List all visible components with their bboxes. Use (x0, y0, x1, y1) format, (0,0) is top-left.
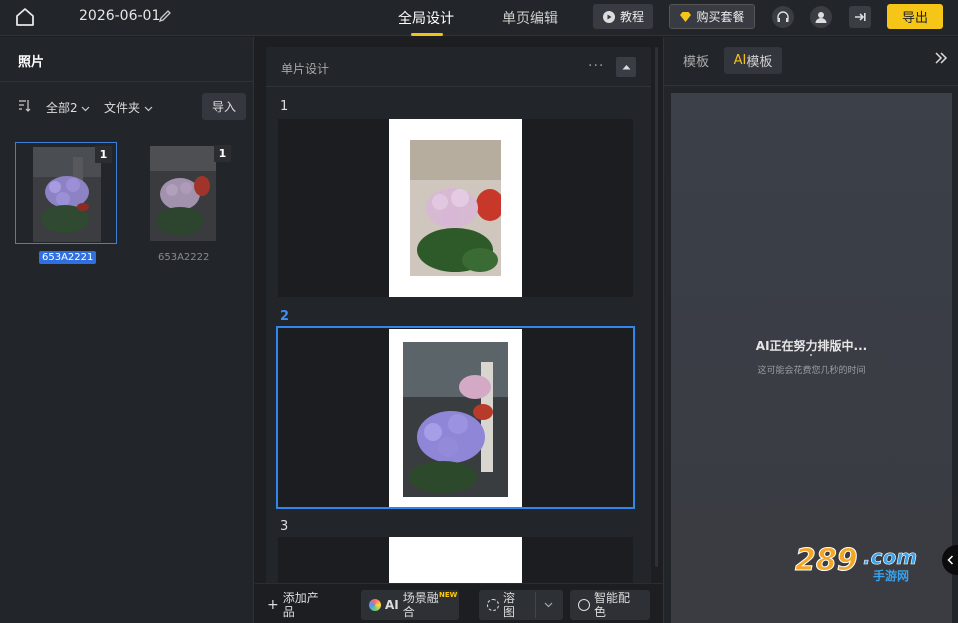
filter-folder-label: 文件夹 (104, 101, 141, 115)
plus-icon: + (267, 597, 279, 613)
tab-page-edit[interactable]: 单页编辑 (502, 8, 558, 28)
design-panel-title: 单片设计 (281, 62, 330, 76)
page-number: 3 (280, 519, 289, 534)
tab-ai-template[interactable]: AI 模板 (724, 47, 782, 74)
buy-package-label: 购买套餐 (696, 10, 745, 24)
tab-ai-suffix: 模板 (746, 55, 773, 70)
watermark-sub: 手游网 (873, 569, 910, 583)
export-button[interactable]: 导出 (887, 4, 943, 29)
design-panel-header: 单片设计 ··· (266, 47, 651, 87)
cutout-icon (487, 599, 499, 611)
filter-all-label: 全部2 (46, 101, 78, 115)
flower-photo (150, 146, 218, 241)
tutorial-label: 教程 (619, 10, 644, 24)
ai-loading-hint: 这可能会花费您几秒的时间 (757, 366, 866, 376)
page-paper (389, 119, 522, 297)
tool-bar: + 添加产品 AI 场景融合 NEW 溶图 智能配色 (255, 583, 663, 623)
tab-ai-prefix: AI (733, 53, 747, 68)
smart-color-button[interactable]: 智能配色 (570, 590, 650, 620)
caret-up-icon (622, 65, 630, 70)
sort-icon[interactable] (18, 99, 31, 112)
page-paper (389, 537, 522, 583)
headset-icon[interactable] (772, 6, 794, 28)
scrollbar[interactable] (655, 47, 658, 567)
smart-color-label: 智能配色 (594, 591, 631, 619)
chevron-down-icon[interactable] (544, 602, 553, 608)
single-page-design-panel: 单片设计 ··· 1 2 3 (266, 47, 651, 583)
page-number: 2 (280, 309, 290, 324)
page-card[interactable] (278, 119, 633, 297)
double-chevron-right-icon[interactable] (934, 51, 948, 65)
diamond-icon (680, 11, 692, 22)
flower-photo (403, 342, 508, 497)
photo-thumbnail[interactable]: 1 (15, 142, 117, 244)
tab-template[interactable]: 模板 (674, 47, 718, 74)
photos-panel-title: 照片 (18, 55, 45, 70)
add-product-button[interactable]: + 添加产品 (267, 590, 327, 620)
new-badge: NEW (439, 591, 458, 599)
palette-icon (578, 599, 590, 611)
watermark-com: .com (863, 545, 918, 570)
photo-use-count-badge: 1 (214, 145, 231, 162)
top-bar: 2026-06-01 全局设计 单页编辑 教程 购买套餐 导出 (0, 0, 958, 36)
pencil-icon[interactable] (158, 9, 172, 23)
play-icon (602, 10, 615, 23)
add-product-label: 添加产品 (282, 591, 319, 619)
project-date: 2026-06-01 (79, 8, 161, 24)
photos-panel: 照片 全部2 文件夹 导入 1 1 653A2221 653A2222 (0, 37, 254, 623)
ai-blend-prefix: AI (385, 598, 399, 612)
photo-use-count-badge: 1 (95, 146, 112, 163)
flower-photo (410, 140, 501, 276)
template-panel: 模板 AI 模板 AI正在努力排版中... 这可能会花费您几秒的时间 (663, 37, 958, 623)
ai-loading-message: AI正在努力排版中... (755, 339, 868, 353)
cutout-button[interactable]: 溶图 (479, 590, 563, 620)
chevron-down-icon (82, 106, 90, 112)
buy-package-button[interactable]: 购买套餐 (669, 4, 755, 29)
home-icon[interactable] (14, 6, 36, 28)
tutorial-button[interactable]: 教程 (593, 4, 653, 29)
filter-all-dropdown[interactable]: 全部2 (46, 99, 90, 116)
cutout-label: 溶图 (503, 591, 516, 619)
ai-blend-icon (369, 599, 381, 611)
ai-scene-blend-button[interactable]: AI 场景融合 NEW (361, 590, 459, 620)
user-avatar-icon[interactable] (810, 6, 832, 28)
tab-active-indicator (411, 33, 443, 36)
page-paper (389, 329, 522, 507)
photo-thumbnail[interactable]: 1 (133, 142, 235, 244)
ai-blend-label: 场景融合 (402, 591, 439, 619)
filter-folder-dropdown[interactable]: 文件夹 (104, 99, 153, 116)
chevron-left-icon (946, 555, 953, 565)
page-card[interactable] (278, 537, 633, 583)
separator (535, 592, 536, 618)
collapse-button[interactable] (616, 57, 636, 77)
import-button[interactable]: 导入 (202, 93, 246, 120)
chevron-down-icon (144, 106, 153, 112)
photo-name-label: 653A2221 (39, 251, 97, 264)
site-watermark: 289 .com 手游网 (795, 543, 935, 585)
divider (0, 81, 254, 82)
logout-icon[interactable] (849, 6, 871, 28)
more-options-icon[interactable]: ··· (588, 58, 604, 74)
photo-name-label: 653A2222 (158, 252, 210, 263)
loading-dot (810, 354, 812, 356)
tab-global-design[interactable]: 全局设计 (398, 8, 454, 28)
page-card-selected[interactable] (276, 326, 635, 509)
divider (664, 85, 958, 86)
watermark-main: 289 (795, 543, 859, 579)
design-area: 单片设计 ··· 1 2 3 + 添加产品 AI 场景融合 NEW 溶图 智能配… (255, 37, 663, 623)
page-number: 1 (280, 99, 289, 114)
flower-photo (33, 147, 101, 242)
